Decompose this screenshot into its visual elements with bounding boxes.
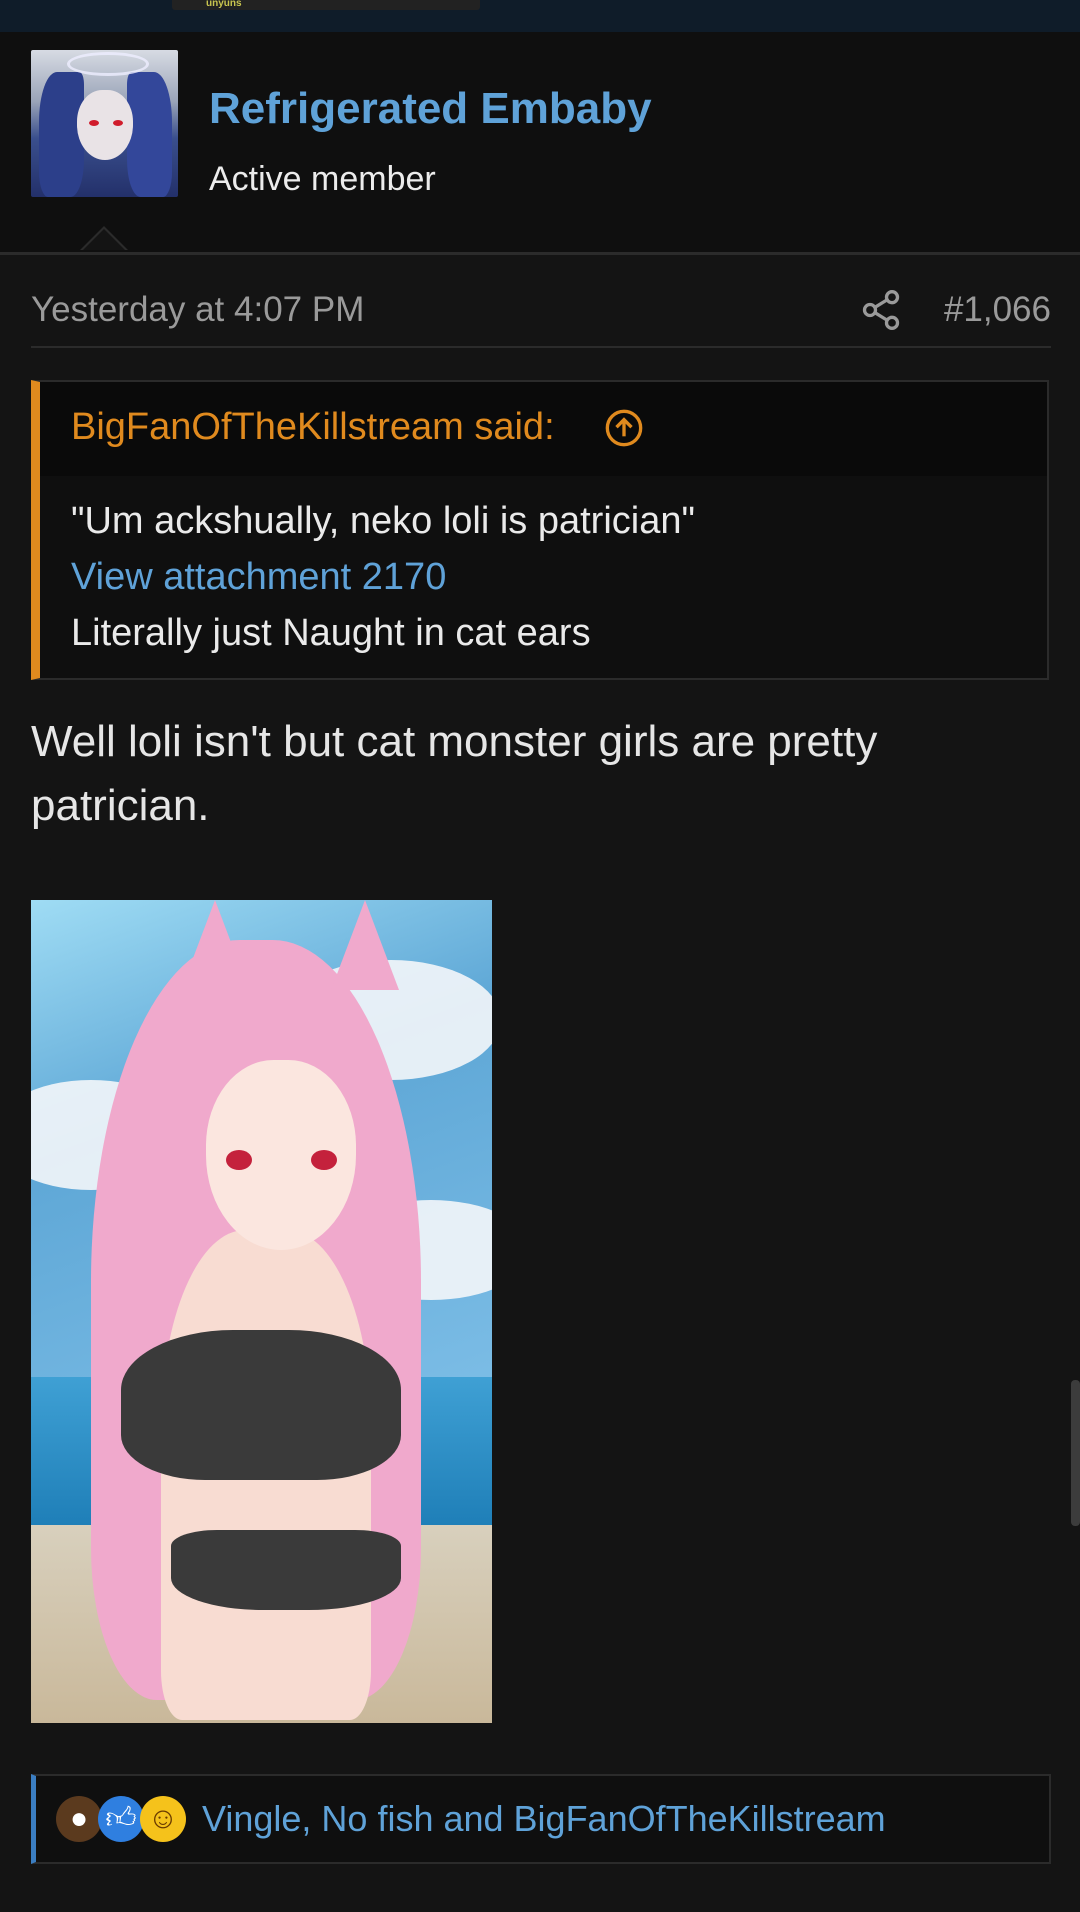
- username-link[interactable]: Refrigerated Embaby: [209, 84, 652, 134]
- quote-text-line: "Um ackshually, neko loli is patrician": [71, 500, 695, 542]
- image-swimsuit-bottom: [171, 1530, 401, 1610]
- avatar-hair-right: [127, 72, 172, 197]
- reaction-users-link[interactable]: Vingle, No fish and BigFanOfTheKillstrea…: [202, 1798, 886, 1840]
- image-cat-ear-right: [331, 900, 399, 990]
- scrollbar-thumb[interactable]: [1071, 1380, 1080, 1526]
- post-timestamp[interactable]: Yesterday at 4:07 PM: [31, 290, 364, 330]
- quote-block: BigFanOfTheKillstream said: "Um ackshual…: [31, 380, 1049, 680]
- poop-icon: ●: [56, 1796, 102, 1842]
- image-swimsuit-top: [121, 1330, 401, 1480]
- attached-image[interactable]: [31, 900, 492, 1723]
- share-icon[interactable]: [859, 288, 903, 332]
- image-eye-right: [311, 1150, 337, 1170]
- reactions-bar[interactable]: ● 👍︎ ☺ Vingle, No fish and BigFanOfTheKi…: [31, 1774, 1051, 1864]
- post-number-link[interactable]: #1,066: [944, 290, 1051, 330]
- top-bar: unyuns: [0, 0, 1080, 32]
- quote-attribution[interactable]: BigFanOfTheKillstream said:: [71, 406, 555, 449]
- avatar[interactable]: [31, 50, 178, 197]
- user-title: Active member: [209, 160, 436, 198]
- arrow-up-circle-icon[interactable]: [604, 408, 644, 448]
- view-attachment-link[interactable]: View attachment 2170: [71, 556, 446, 599]
- avatar-halo: [67, 52, 149, 76]
- post-meta-bar: Yesterday at 4:07 PM #1,066: [31, 280, 1051, 348]
- image-eye-left: [226, 1150, 252, 1170]
- message-user-block: Refrigerated Embaby Active member: [0, 32, 1080, 255]
- image-cat-ear-left: [181, 900, 249, 990]
- like-icon: 👍︎: [98, 1796, 144, 1842]
- avatar-face: [77, 90, 133, 160]
- laugh-icon: ☺: [140, 1796, 186, 1842]
- snippet-text: unyuns: [206, 0, 242, 9]
- post-body-text: Well loli isn't but cat monster girls ar…: [31, 717, 878, 830]
- quote-text-line: Literally just Naught in cat ears: [71, 612, 591, 654]
- avatar-eye-left: [89, 120, 99, 126]
- previous-post-snippet: unyuns: [172, 0, 480, 10]
- user-block-caret: [80, 226, 128, 250]
- quote-header[interactable]: BigFanOfTheKillstream said:: [40, 382, 1047, 476]
- avatar-eye-right: [113, 120, 123, 126]
